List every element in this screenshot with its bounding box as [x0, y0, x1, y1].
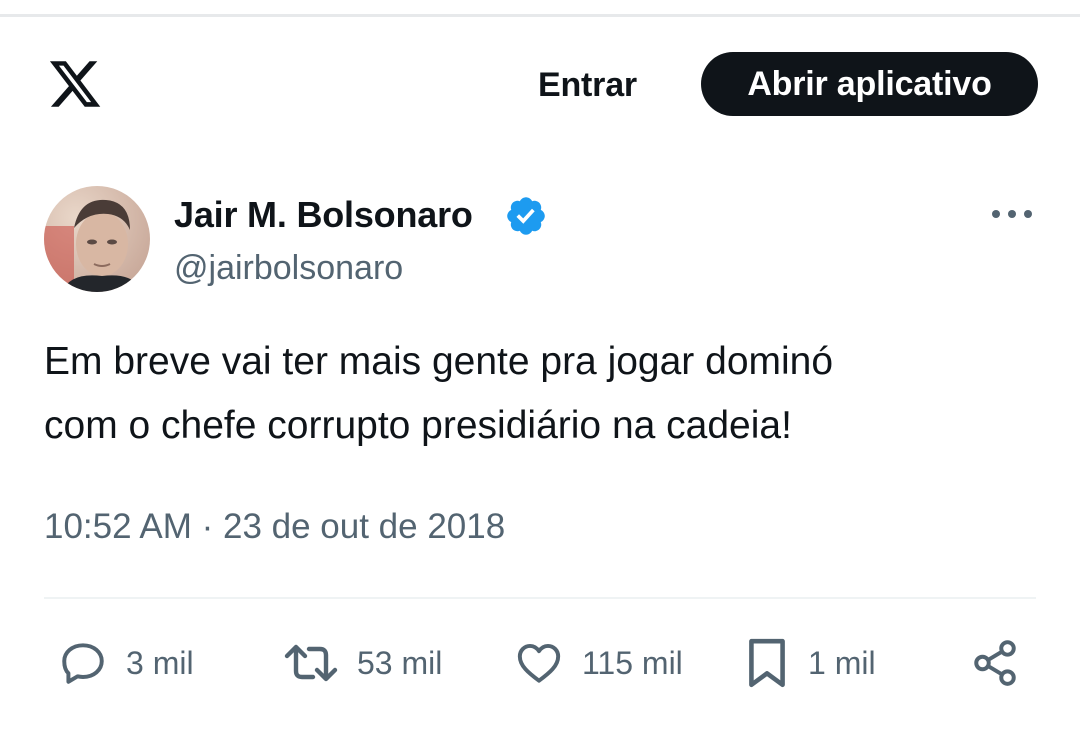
- reply-icon: [62, 643, 104, 684]
- share-icon: [974, 640, 1016, 686]
- bookmark-button[interactable]: 1 mil: [744, 630, 876, 696]
- share-button[interactable]: [970, 630, 1020, 696]
- tweet-timestamp[interactable]: 10:52 AM · 23 de out de 2018: [44, 505, 505, 549]
- tweet-text: Em breve vai ter mais gente pra jogar do…: [44, 330, 1034, 458]
- more-options-icon[interactable]: [990, 202, 1034, 226]
- header: Entrar Abrir aplicativo: [0, 50, 1080, 118]
- bookmark-count: 1 mil: [808, 645, 876, 681]
- reply-count: 3 mil: [126, 645, 194, 681]
- login-link[interactable]: Entrar: [538, 65, 637, 105]
- tweet-text-line: com o chefe corrupto presidiário na cade…: [44, 404, 792, 447]
- tweet-text-line: Em breve vai ter mais gente pra jogar do…: [44, 340, 834, 383]
- bookmark-icon: [749, 638, 785, 688]
- tweet-actions: 3 mil 53 mil 115 mil 1 mil: [0, 630, 1080, 696]
- heart-icon: [517, 643, 561, 683]
- repost-count: 53 mil: [357, 645, 443, 681]
- like-button[interactable]: 115 mil: [514, 630, 683, 696]
- repost-icon: [284, 644, 338, 682]
- reply-button[interactable]: 3 mil: [58, 630, 194, 696]
- verified-badge-icon: [507, 197, 545, 235]
- x-logo-icon[interactable]: [46, 56, 104, 112]
- like-count: 115 mil: [582, 645, 683, 681]
- top-border: [0, 14, 1080, 17]
- divider: [44, 597, 1036, 599]
- open-app-button[interactable]: Abrir aplicativo: [701, 52, 1038, 116]
- author-handle[interactable]: @jairbolsonaro: [174, 248, 403, 288]
- repost-button[interactable]: 53 mil: [283, 630, 442, 696]
- author-name[interactable]: Jair M. Bolsonaro: [174, 194, 473, 236]
- avatar[interactable]: [44, 186, 150, 292]
